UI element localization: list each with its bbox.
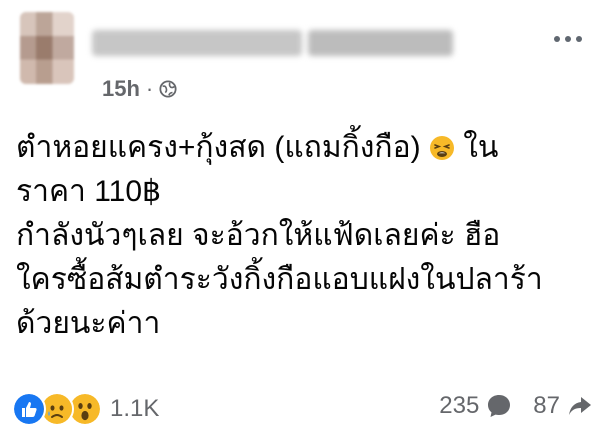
share-stat[interactable]: 87 [533,392,594,420]
timestamp[interactable]: 15h [102,76,140,102]
post-meta: 15h · [102,76,177,102]
meta-separator: · [145,76,154,101]
author-name-blurred[interactable] [92,30,453,56]
tired-face-emoji-icon [429,136,454,160]
comment-count: 235 [439,392,480,419]
reaction-count[interactable]: 1.1K [110,395,159,423]
post-line-3: กำลังนัวๆเลย จะอ้วกให้แฟ้ดเลยค่ะ ฮือ [16,219,501,252]
post-line-5: ด้วยนะค่าา [16,307,161,340]
post-line-4: ใครซื้อส้มตำระวังกิ้งกือแอบแฝงในปลาร้า [16,263,543,296]
engagement-stats: 235 87 [439,392,594,420]
reactions-summary[interactable]: 1.1K [12,392,159,426]
share-count: 87 [533,392,560,419]
post-line-2: ราคา 110฿ [16,175,162,208]
post-footer: 1.1K 235 87 [0,392,600,432]
facebook-post: 15h · ตำหอยแครง+กุ้งสด (แถมกิ้งกือ) ใน ร… [0,0,600,447]
comment-stat[interactable]: 235 [439,392,513,420]
share-icon [569,397,591,415]
comment-icon [488,395,511,417]
globe-icon[interactable] [159,80,177,98]
avatar[interactable] [20,12,74,84]
post-line-1: ตำหอยแครง+กุ้งสด (แถมกิ้งกือ) ใน [16,126,586,170]
post-line-1-text: ตำหอยแครง+กุ้งสด (แถมกิ้งกือ) [16,131,421,164]
more-options-button[interactable] [554,36,582,42]
ellipsis-icon [554,36,560,42]
post-line-1-suffix: ใน [463,131,499,164]
post-text: ตำหอยแครง+กุ้งสด (แถมกิ้งกือ) ใน ราคา 11… [16,126,586,346]
like-icon [12,392,46,426]
